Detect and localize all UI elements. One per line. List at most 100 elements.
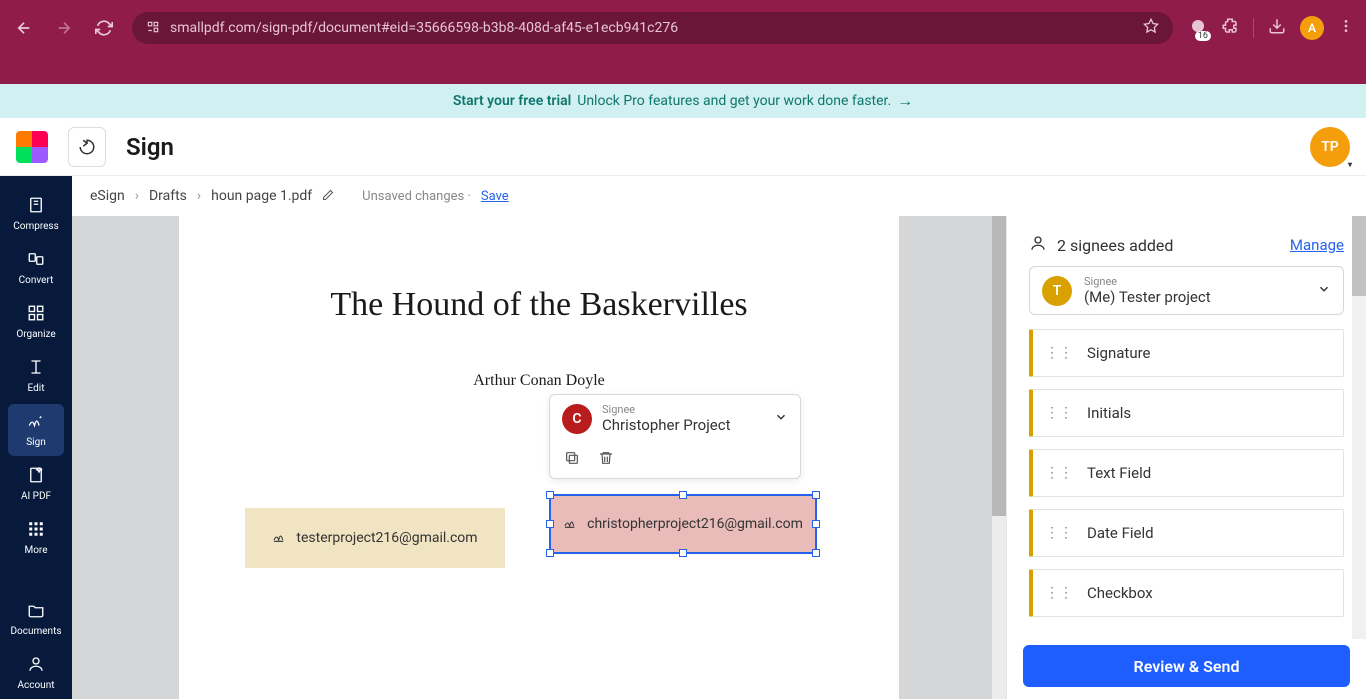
chevron-down-icon[interactable] bbox=[774, 410, 788, 428]
browser-chrome: smallpdf.com/sign-pdf/document#eid=35666… bbox=[0, 0, 1366, 56]
field-date[interactable]: ⋮⋮ Date Field bbox=[1029, 509, 1344, 557]
popup-label: Signee bbox=[602, 403, 764, 416]
crumb-root[interactable]: eSign bbox=[90, 188, 125, 204]
download-icon[interactable] bbox=[1268, 17, 1286, 39]
canvas[interactable]: The Hound of the Baskervilles Arthur Con… bbox=[72, 216, 1006, 699]
field2-text: christopherproject216@gmail.com bbox=[587, 516, 803, 532]
back-button[interactable] bbox=[12, 16, 36, 40]
pencil-icon[interactable] bbox=[322, 189, 334, 204]
sidebar-item-edit[interactable]: Edit bbox=[8, 350, 64, 402]
signature-field-2[interactable]: christopherproject216@gmail.com bbox=[549, 494, 817, 554]
signature-field-1[interactable]: testerproject216@gmail.com bbox=[245, 508, 505, 568]
canvas-scrollbar[interactable] bbox=[992, 216, 1006, 699]
undo-button[interactable] bbox=[68, 127, 106, 167]
crumb-drafts[interactable]: Drafts bbox=[149, 188, 187, 204]
sidebar-item-documents[interactable]: Documents bbox=[8, 593, 64, 645]
app-header: Sign TP ▾ bbox=[0, 118, 1366, 176]
menu-icon[interactable] bbox=[1338, 18, 1354, 38]
popup-avatar: C bbox=[562, 404, 592, 434]
account-icon bbox=[27, 655, 45, 678]
signee-select[interactable]: T Signee (Me) Tester project bbox=[1029, 266, 1344, 315]
promo-bold: Start your free trial bbox=[453, 93, 571, 109]
signees-count: 2 signees added bbox=[1057, 236, 1173, 255]
chevron-down-icon bbox=[1317, 281, 1331, 300]
logo[interactable] bbox=[16, 131, 48, 163]
panel-scrollbar[interactable] bbox=[1352, 216, 1366, 639]
scroll-thumb[interactable] bbox=[1352, 216, 1366, 296]
folder-icon bbox=[27, 601, 45, 624]
compress-icon bbox=[27, 196, 45, 219]
drag-icon: ⋮⋮ bbox=[1045, 405, 1073, 421]
resize-handle[interactable] bbox=[546, 491, 554, 499]
sidebar-item-organize[interactable]: Organize bbox=[8, 296, 64, 348]
url-bar[interactable]: smallpdf.com/sign-pdf/document#eid=35666… bbox=[132, 12, 1173, 44]
crumb-file: houn page 1.pdf bbox=[211, 188, 312, 204]
app-title: Sign bbox=[126, 133, 174, 161]
reload-button[interactable] bbox=[92, 16, 116, 40]
bookmark-icon[interactable] bbox=[1143, 18, 1159, 38]
workspace: The Hound of the Baskervilles Arthur Con… bbox=[72, 216, 1366, 699]
manage-link[interactable]: Manage bbox=[1290, 236, 1344, 254]
resize-handle[interactable] bbox=[812, 491, 820, 499]
resize-handle[interactable] bbox=[679, 549, 687, 557]
sidebar-item-ai-pdf[interactable]: AI PDF bbox=[8, 458, 64, 510]
popup-signee-select[interactable]: C Signee Christopher Project bbox=[550, 395, 800, 442]
signature-icon bbox=[563, 514, 579, 535]
signature-icon bbox=[272, 528, 288, 549]
promo-text: Unlock Pro features and get your work do… bbox=[577, 93, 891, 109]
profile-avatar[interactable]: A bbox=[1300, 16, 1324, 40]
field-signature[interactable]: ⋮⋮ Signature bbox=[1029, 329, 1344, 377]
field-text[interactable]: ⋮⋮ Text Field bbox=[1029, 449, 1344, 497]
copy-icon[interactable] bbox=[564, 450, 580, 470]
trash-icon[interactable] bbox=[598, 450, 614, 470]
document-title: The Hound of the Baskervilles bbox=[239, 286, 839, 324]
resize-handle[interactable] bbox=[812, 549, 820, 557]
field-list: ⋮⋮ Signature ⋮⋮ Initials ⋮⋮ Text Field ⋮… bbox=[1007, 329, 1366, 617]
select-label: Signee bbox=[1084, 275, 1305, 288]
resize-handle[interactable] bbox=[679, 491, 687, 499]
right-panel: 2 signees added Manage T Signee (Me) Tes… bbox=[1006, 216, 1366, 699]
popup-name: Christopher Project bbox=[602, 416, 764, 434]
drag-icon: ⋮⋮ bbox=[1045, 465, 1073, 481]
document-page: The Hound of the Baskervilles Arthur Con… bbox=[179, 216, 899, 699]
extensions-icon[interactable] bbox=[1221, 17, 1239, 39]
chrome-actions: 16 A bbox=[1189, 16, 1354, 40]
sidebar: Compress Convert Organize Edit Sign AI P… bbox=[0, 176, 72, 699]
chrome-band bbox=[0, 56, 1366, 84]
selected-avatar: T bbox=[1042, 276, 1072, 306]
sidebar-item-convert[interactable]: Convert bbox=[8, 242, 64, 294]
field-initials[interactable]: ⋮⋮ Initials bbox=[1029, 389, 1344, 437]
sidebar-item-account[interactable]: Account bbox=[8, 647, 64, 699]
extension-badge[interactable]: 16 bbox=[1189, 17, 1207, 39]
crumb-sep: › bbox=[197, 188, 201, 204]
drag-icon: ⋮⋮ bbox=[1045, 525, 1073, 541]
user-avatar[interactable]: TP ▾ bbox=[1310, 127, 1350, 167]
url-text: smallpdf.com/sign-pdf/document#eid=35666… bbox=[170, 20, 1133, 36]
content-column: eSign › Drafts › houn page 1.pdf Unsaved… bbox=[72, 176, 1366, 699]
resize-handle[interactable] bbox=[546, 549, 554, 557]
save-link[interactable]: Save bbox=[481, 189, 509, 204]
sidebar-item-sign[interactable]: Sign bbox=[8, 404, 64, 456]
resize-handle[interactable] bbox=[812, 520, 820, 528]
organize-icon bbox=[27, 304, 45, 327]
site-settings-icon[interactable] bbox=[146, 20, 160, 37]
person-icon bbox=[1029, 234, 1047, 256]
forward-button[interactable] bbox=[52, 16, 76, 40]
more-icon bbox=[27, 520, 45, 543]
field-checkbox[interactable]: ⋮⋮ Checkbox bbox=[1029, 569, 1344, 617]
sidebar-item-more[interactable]: More bbox=[8, 512, 64, 564]
panel-footer: Review & Send bbox=[1007, 633, 1366, 699]
crumb-sep: › bbox=[135, 188, 139, 204]
sidebar-item-compress[interactable]: Compress bbox=[8, 188, 64, 240]
ai-icon bbox=[27, 466, 45, 489]
review-send-button[interactable]: Review & Send bbox=[1023, 645, 1350, 687]
signee-popup: C Signee Christopher Project bbox=[549, 394, 801, 479]
resize-handle[interactable] bbox=[546, 520, 554, 528]
scroll-thumb[interactable] bbox=[992, 216, 1006, 516]
sign-icon bbox=[27, 412, 45, 435]
select-name: (Me) Tester project bbox=[1084, 288, 1305, 306]
extension-count: 16 bbox=[1195, 31, 1211, 41]
field1-text: testerproject216@gmail.com bbox=[296, 530, 477, 546]
promo-banner[interactable]: Start your free trial Unlock Pro feature… bbox=[0, 84, 1366, 118]
save-status: Unsaved changes · bbox=[362, 189, 471, 204]
